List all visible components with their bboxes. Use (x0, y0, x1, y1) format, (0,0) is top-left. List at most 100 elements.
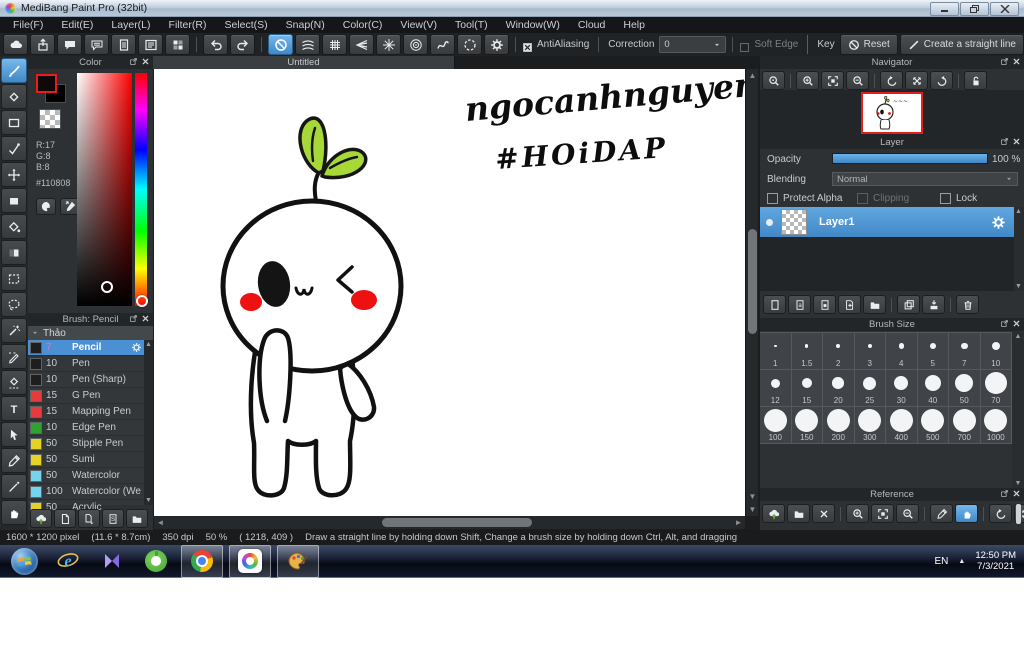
close-icon[interactable] (1012, 489, 1021, 498)
hue-cursor[interactable] (136, 295, 148, 307)
dot-pen-button[interactable] (1, 136, 27, 161)
merge-down-button[interactable] (922, 295, 945, 314)
brush-size-2[interactable]: 2 (823, 333, 855, 370)
brush-size-5[interactable]: 5 (918, 333, 950, 370)
start-button[interactable] (4, 546, 44, 577)
cloud-upload-button[interactable] (30, 509, 52, 528)
zoom-out-button[interactable] (896, 504, 919, 523)
scroll-down-icon[interactable]: ▼ (144, 496, 153, 505)
layer-p-button[interactable] (813, 295, 836, 314)
brush-size-1.5[interactable]: 1.5 (792, 333, 824, 370)
brush-list-scrollbar[interactable]: ▲ ▼ (144, 340, 153, 505)
sv-cursor[interactable] (101, 281, 113, 293)
lasso-button[interactable] (1, 292, 27, 317)
shape-rect-button[interactable] (1, 110, 27, 135)
brush-size-25[interactable]: 25 (855, 370, 887, 407)
fill-rect-button[interactable] (1, 188, 27, 213)
brush-item-pen-sharp[interactable]: 10Pen (Sharp) (28, 372, 144, 388)
layer-visibility-icon[interactable] (766, 219, 773, 226)
brush-button[interactable] (1, 58, 27, 83)
soft-edge-checkbox-icon[interactable] (739, 40, 749, 50)
close-icon[interactable] (1012, 57, 1021, 66)
brush-item-sumi[interactable]: 50Sumi (28, 452, 144, 468)
canvas-horizontal-scrollbar[interactable]: ◄ ► (154, 516, 745, 529)
opacity-slider[interactable] (832, 153, 988, 164)
brush-size-20[interactable]: 20 (823, 370, 855, 407)
brush-size-70[interactable]: 70 (981, 370, 1013, 407)
brush-size-4[interactable]: 4 (886, 333, 918, 370)
redo-button[interactable] (230, 34, 255, 55)
saturation-value-picker[interactable] (77, 73, 132, 306)
menu-edite[interactable]: Edit(E) (52, 19, 102, 31)
lock-button[interactable] (964, 71, 987, 90)
scroll-right-icon[interactable]: ► (732, 516, 745, 529)
select-rect-button[interactable] (1, 266, 27, 291)
popout-icon[interactable] (1000, 137, 1009, 146)
zoom-in-button[interactable] (796, 71, 819, 90)
s-doc-button[interactable]: S (102, 509, 124, 528)
brush-size-500[interactable]: 500 (918, 407, 950, 444)
taskbar-app-medibang[interactable] (229, 545, 271, 578)
brush-size-200[interactable]: 200 (823, 407, 855, 444)
scroll-up-icon[interactable]: ▲ (1014, 207, 1023, 216)
scroll-down-icon[interactable]: ▼ (746, 490, 759, 503)
popout-icon[interactable] (1000, 489, 1009, 498)
select-eraser-button[interactable] (1, 370, 27, 395)
lock-checkbox[interactable]: Lock (940, 193, 977, 204)
pen-button[interactable] (1, 474, 27, 499)
maximize-button[interactable] (960, 2, 989, 16)
transparent-color-swatch[interactable] (39, 109, 61, 129)
brush-item-watercolor-we[interactable]: 100Watercolor (We (28, 484, 144, 500)
snap-vanish-button[interactable] (349, 34, 374, 55)
brush-size-scrollbar[interactable]: ▲ ▼ (1012, 332, 1024, 488)
menu-filef[interactable]: File(F) (4, 19, 52, 31)
brush-group-header[interactable]: Thảo (28, 326, 153, 340)
menu-filterr[interactable]: Filter(R) (160, 19, 216, 31)
brush-size-10[interactable]: 10 (981, 333, 1013, 370)
snap-radial-button[interactable] (376, 34, 401, 55)
menu-colorc[interactable]: Color(C) (334, 19, 392, 31)
soft-edge-label[interactable]: Soft Edge (754, 39, 798, 50)
layer-add-button[interactable] (838, 295, 861, 314)
folder-button[interactable] (863, 295, 886, 314)
cloud-button[interactable] (3, 34, 28, 55)
gear-button[interactable] (484, 34, 509, 55)
scroll-down-icon[interactable]: ▼ (746, 503, 759, 516)
reference-scrollbar[interactable] (1016, 504, 1021, 524)
taskbar-app-kmplayer[interactable] (92, 546, 132, 577)
fit-screen-button[interactable] (871, 504, 894, 523)
bucket-button[interactable] (1, 214, 27, 239)
close-icon[interactable] (141, 314, 150, 323)
antialiasing-label[interactable]: AntiAliasing (537, 39, 589, 50)
brush-size-1[interactable]: 1 (760, 333, 792, 370)
menu-layerl[interactable]: Layer(L) (102, 19, 159, 31)
canvas-vertical-scrollbar[interactable]: ▲ ▼ ▼ (745, 69, 758, 516)
brush-item-mapping-pen[interactable]: 15Mapping Pen (28, 404, 144, 420)
x-button[interactable] (812, 504, 835, 523)
zoom-in-button[interactable] (846, 504, 869, 523)
select-pen-button[interactable] (1, 344, 27, 369)
eyedropper-button[interactable] (1, 448, 27, 473)
folder-button[interactable] (126, 509, 148, 528)
layer-a-button[interactable]: a (788, 295, 811, 314)
brush-size-150[interactable]: 150 (792, 407, 824, 444)
brush-size-400[interactable]: 400 (886, 407, 918, 444)
language-indicator[interactable]: EN (934, 556, 948, 567)
popout-icon[interactable] (129, 314, 138, 323)
gradient-button[interactable] (1, 240, 27, 265)
brush-size-50[interactable]: 50 (949, 370, 981, 407)
close-button[interactable] (990, 2, 1019, 16)
layer-row[interactable]: Layer1 (760, 207, 1014, 237)
scroll-left-icon[interactable]: ◄ (154, 516, 167, 529)
snap-off-button[interactable] (268, 34, 293, 55)
close-icon[interactable] (1012, 137, 1021, 146)
zoom-out-button[interactable] (846, 71, 869, 90)
popout-icon[interactable] (1000, 319, 1009, 328)
grid-palette-button[interactable] (165, 34, 190, 55)
navigator-thumbnail[interactable]: ~~~ (861, 92, 923, 134)
folder-button[interactable] (787, 504, 810, 523)
new-doc-button[interactable] (54, 509, 76, 528)
rotate-ccw-button[interactable] (880, 71, 903, 90)
layer-list-scrollbar[interactable]: ▲ ▼ (1014, 207, 1024, 291)
list-panel-button[interactable] (138, 34, 163, 55)
